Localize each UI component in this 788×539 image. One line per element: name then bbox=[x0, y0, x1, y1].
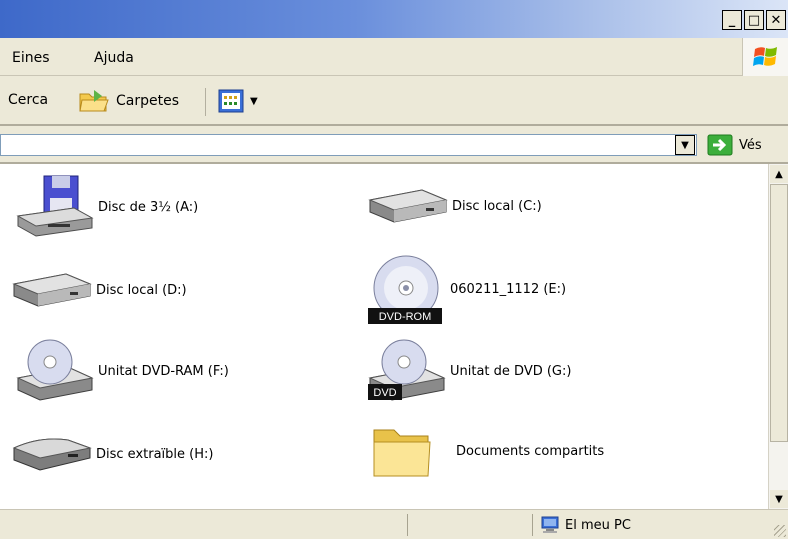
chevron-down-icon: ▼ bbox=[681, 139, 689, 151]
drive-label: Disc local (C:) bbox=[452, 198, 542, 214]
maximize-button[interactable]: □ bbox=[744, 10, 764, 30]
floppy-drive-icon bbox=[16, 175, 94, 237]
list-item-floppy-a[interactable]: Disc de 3½ (A:) bbox=[14, 174, 198, 240]
scroll-down-button[interactable]: ▼ bbox=[770, 490, 788, 508]
windows-logo-icon bbox=[742, 38, 788, 76]
drive-label: Disc de 3½ (A:) bbox=[98, 199, 199, 215]
status-divider bbox=[532, 514, 533, 536]
removable-disk-icon bbox=[12, 438, 92, 471]
address-dropdown-button[interactable]: ▼ bbox=[675, 135, 695, 155]
toolbar: Cerca Carpetes ▼ bbox=[0, 76, 788, 126]
views-icon bbox=[218, 89, 244, 113]
search-label: Cerca bbox=[8, 92, 49, 108]
list-item-disk-c[interactable]: Disc local (C:) bbox=[366, 184, 542, 228]
hard-disk-icon bbox=[12, 273, 92, 307]
list-item-dvd-f[interactable]: Unitat DVD-RAM (F:) bbox=[16, 336, 229, 406]
drive-label: Unitat de DVD (G:) bbox=[450, 363, 572, 379]
address-bar: ▼ Vés bbox=[0, 126, 788, 164]
list-item-shared-documents[interactable]: Documents compartits bbox=[370, 420, 604, 482]
folder-label: Documents compartits bbox=[456, 443, 605, 459]
folder-icon bbox=[373, 429, 431, 477]
vertical-scrollbar[interactable]: ▲ ▼ bbox=[768, 164, 788, 509]
drive-label: 060211_1112 (E:) bbox=[450, 281, 567, 297]
menu-bar: Eines Ajuda bbox=[0, 38, 788, 76]
scroll-up-button[interactable]: ▲ bbox=[770, 165, 788, 183]
go-arrow-icon bbox=[707, 134, 733, 156]
drive-label: Unitat DVD-RAM (F:) bbox=[98, 363, 229, 379]
dvd-drive-icon bbox=[16, 339, 94, 401]
go-label: Vés bbox=[739, 137, 762, 153]
menu-item-eines[interactable]: Eines bbox=[12, 50, 50, 66]
my-computer-icon bbox=[541, 516, 559, 533]
folders-label: Carpetes bbox=[116, 93, 180, 109]
folders-button[interactable]: Carpetes bbox=[78, 88, 179, 114]
drive-label: Disc local (D:) bbox=[96, 282, 187, 298]
list-item-dvd-g[interactable]: DVD Unitat de DVD (G:) bbox=[366, 336, 571, 406]
menu-item-ajuda[interactable]: Ajuda bbox=[94, 50, 134, 66]
dvd-badge: DVD bbox=[373, 387, 396, 399]
hard-disk-icon bbox=[368, 189, 448, 223]
dvd-drive-icon: DVD bbox=[368, 339, 446, 401]
close-button[interactable]: ✕ bbox=[766, 10, 786, 30]
toolbar-separator bbox=[205, 88, 206, 116]
resize-grip[interactable] bbox=[774, 525, 786, 537]
address-input[interactable] bbox=[0, 134, 697, 156]
dvd-rom-badge: DVD-ROM bbox=[379, 311, 432, 323]
title-bar[interactable]: _ □ ✕ bbox=[0, 0, 788, 38]
list-item-removable-h[interactable]: Disc extraïble (H:) bbox=[10, 434, 213, 474]
views-button[interactable]: ▼ bbox=[218, 89, 258, 113]
drive-list: Disc de 3½ (A:) Disc local (C:) Disc loc… bbox=[0, 164, 768, 509]
views-dropdown-arrow-icon: ▼ bbox=[250, 95, 258, 107]
search-button[interactable]: Cerca bbox=[8, 92, 48, 108]
folders-icon bbox=[79, 90, 109, 112]
list-item-disk-d[interactable]: Disc local (D:) bbox=[10, 268, 187, 312]
chevron-down-icon: ▼ bbox=[775, 493, 783, 505]
dvd-ram-disc-icon: DVD-ROM bbox=[368, 255, 442, 324]
scroll-thumb[interactable] bbox=[770, 184, 788, 442]
go-button[interactable]: Vés bbox=[707, 134, 762, 156]
caption-buttons: _ □ ✕ bbox=[722, 10, 786, 30]
status-location-label: El meu PC bbox=[565, 517, 631, 533]
status-bar: El meu PC bbox=[0, 509, 788, 539]
drive-label: Disc extraïble (H:) bbox=[96, 446, 214, 462]
minimize-button[interactable]: _ bbox=[722, 10, 742, 30]
status-location: El meu PC bbox=[540, 516, 631, 534]
list-item-disc-e[interactable]: DVD-ROM 060211_1112 (E:) bbox=[366, 252, 566, 326]
chevron-up-icon: ▲ bbox=[775, 168, 783, 180]
status-divider bbox=[407, 514, 408, 536]
